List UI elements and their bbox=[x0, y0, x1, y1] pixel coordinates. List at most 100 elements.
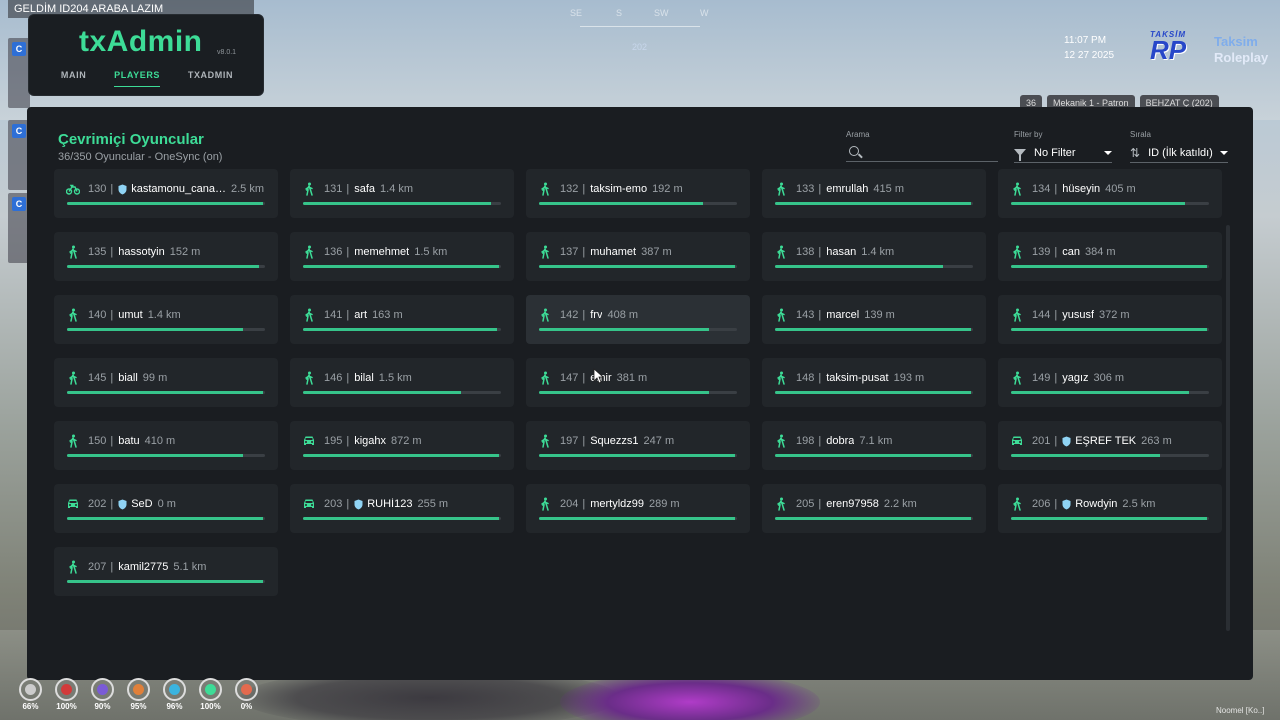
player-name: emrullah bbox=[826, 183, 869, 195]
player-distance: 247 m bbox=[643, 435, 675, 447]
player-card-row: 202 | SeD 0 m bbox=[66, 497, 268, 511]
health-bar-fill bbox=[67, 391, 264, 394]
player-card-row: 145 | biall 99 m bbox=[66, 371, 268, 385]
player-distance: 5.1 km bbox=[173, 561, 207, 573]
player-card[interactable]: 207 | kamil2775 5.1 km bbox=[54, 547, 278, 596]
tab-main[interactable]: MAIN bbox=[61, 70, 86, 87]
separator: | bbox=[346, 435, 350, 447]
player-card-row: 139 | can 384 m bbox=[1010, 245, 1212, 259]
player-name: Rowdyin bbox=[1075, 498, 1118, 510]
health-bar-fill bbox=[303, 265, 500, 268]
player-card[interactable]: 130 | kastamonu_cana… 2.5 km bbox=[54, 169, 278, 218]
player-card[interactable]: 144 | yususf 372 m bbox=[998, 295, 1222, 344]
player-card[interactable]: 135 | hassotyin 152 m bbox=[54, 232, 278, 281]
status-percent: 95% bbox=[130, 702, 147, 711]
player-card-row: 147 | emir 381 m bbox=[538, 371, 740, 385]
player-card[interactable]: 132 | taksim-emo 192 m bbox=[526, 169, 750, 218]
player-card[interactable]: 149 | yagız 306 m bbox=[998, 358, 1222, 407]
search-field bbox=[846, 142, 998, 162]
motorbike-icon bbox=[66, 182, 81, 196]
player-id: 133 bbox=[796, 183, 815, 195]
player-card[interactable]: 147 | emir 381 m bbox=[526, 358, 750, 407]
server-name: Taksim Roleplay bbox=[1214, 34, 1269, 65]
separator: | bbox=[110, 372, 114, 384]
player-card-row: 133 | emrullah 415 m bbox=[774, 182, 976, 196]
walking-icon bbox=[302, 182, 316, 196]
player-card[interactable]: 197 | Squezzs1 247 m bbox=[526, 421, 750, 470]
player-name: can bbox=[1062, 246, 1080, 258]
player-card[interactable]: 145 | biall 99 m bbox=[54, 358, 278, 407]
status-indicator: 100% bbox=[198, 678, 223, 711]
player-card[interactable]: 150 | batu 410 m bbox=[54, 421, 278, 470]
separator: | bbox=[346, 183, 350, 195]
separator: | bbox=[1054, 372, 1058, 384]
status-indicator: 95% bbox=[126, 678, 151, 711]
admin-shield-icon bbox=[1062, 499, 1071, 509]
player-card[interactable]: 141 | art 163 m bbox=[290, 295, 514, 344]
player-card[interactable]: 133 | emrullah 415 m bbox=[762, 169, 986, 218]
health-bar bbox=[775, 517, 973, 520]
health-bar bbox=[775, 454, 973, 457]
health-bar-fill bbox=[775, 454, 972, 457]
player-distance: 163 m bbox=[372, 309, 403, 321]
player-card[interactable]: 142 | frv 408 m bbox=[526, 295, 750, 344]
player-distance: 2.5 km bbox=[1122, 498, 1156, 510]
player-card[interactable]: 148 | taksim-pusat 193 m bbox=[762, 358, 986, 407]
player-card[interactable]: 143 | marcel 139 m bbox=[762, 295, 986, 344]
separator: | bbox=[818, 435, 822, 447]
chevron-down-icon bbox=[1104, 150, 1112, 155]
status-indicator: 100% bbox=[54, 678, 79, 711]
player-card[interactable]: 138 | hasan 1.4 km bbox=[762, 232, 986, 281]
health-bar-fill bbox=[539, 454, 736, 457]
health-bar-fill bbox=[775, 265, 944, 268]
sort-select[interactable]: ⇅ ID (İlk katıldı) bbox=[1130, 143, 1228, 163]
player-distance: 405 m bbox=[1105, 183, 1136, 195]
player-card[interactable]: 134 | hüseyin 405 m bbox=[998, 169, 1222, 218]
player-card[interactable]: 205 | eren97958 2.2 km bbox=[762, 484, 986, 533]
player-card[interactable]: 206 | Rowdyin 2.5 km bbox=[998, 484, 1222, 533]
player-distance: 384 m bbox=[1084, 246, 1116, 258]
player-card-row: 203 | RUHİ123 255 m bbox=[302, 497, 504, 511]
chevron-down-icon bbox=[1220, 150, 1228, 155]
player-name: dobra bbox=[826, 435, 855, 447]
player-card[interactable]: 201 | EŞREF TEK 263 m bbox=[998, 421, 1222, 470]
player-card[interactable]: 195 | kigahx 872 m bbox=[290, 421, 514, 470]
player-card[interactable]: 137 | muhamet 387 m bbox=[526, 232, 750, 281]
player-card[interactable]: 202 | SeD 0 m bbox=[54, 484, 278, 533]
player-card-row: 204 | mertyldz99 289 m bbox=[538, 497, 740, 511]
filter-select[interactable]: No Filter bbox=[1014, 143, 1112, 163]
player-card-row: 138 | hasan 1.4 km bbox=[774, 245, 976, 259]
player-name: frv bbox=[590, 309, 603, 321]
health-bar bbox=[67, 517, 265, 520]
health-bar bbox=[303, 202, 501, 205]
health-bar bbox=[303, 517, 501, 520]
player-card-row: 207 | kamil2775 5.1 km bbox=[66, 560, 268, 574]
tab-txadmin[interactable]: TXADMIN bbox=[188, 70, 233, 87]
player-card[interactable]: 136 | memehmet 1.5 km bbox=[290, 232, 514, 281]
compass-dir: W bbox=[700, 8, 709, 18]
player-card-row: 198 | dobra 7.1 km bbox=[774, 434, 976, 448]
player-card[interactable]: 139 | can 384 m bbox=[998, 232, 1222, 281]
scrollbar[interactable] bbox=[1226, 225, 1230, 631]
player-card[interactable]: 131 | safa 1.4 km bbox=[290, 169, 514, 218]
separator: | bbox=[1054, 498, 1058, 510]
player-id: 140 bbox=[88, 309, 107, 321]
status-percent: 96% bbox=[166, 702, 183, 711]
admin-shield-icon bbox=[118, 184, 127, 194]
player-card[interactable]: 198 | dobra 7.1 km bbox=[762, 421, 986, 470]
player-card-row: 206 | Rowdyin 2.5 km bbox=[1010, 497, 1212, 511]
tab-players[interactable]: PLAYERS bbox=[114, 70, 161, 87]
player-card[interactable]: 146 | bilal 1.5 km bbox=[290, 358, 514, 407]
player-card[interactable]: 140 | umut 1.4 km bbox=[54, 295, 278, 344]
player-card-row: 148 | taksim-pusat 193 m bbox=[774, 371, 976, 385]
thirst-icon bbox=[163, 678, 186, 701]
player-name: bilal bbox=[354, 372, 374, 384]
search-input[interactable] bbox=[864, 144, 994, 160]
walking-icon bbox=[1010, 371, 1024, 385]
player-id: 195 bbox=[324, 435, 343, 447]
walking-icon bbox=[774, 182, 788, 196]
health-bar bbox=[67, 454, 265, 457]
player-card[interactable]: 203 | RUHİ123 255 m bbox=[290, 484, 514, 533]
player-card[interactable]: 204 | mertyldz99 289 m bbox=[526, 484, 750, 533]
health-bar-fill bbox=[775, 391, 972, 394]
